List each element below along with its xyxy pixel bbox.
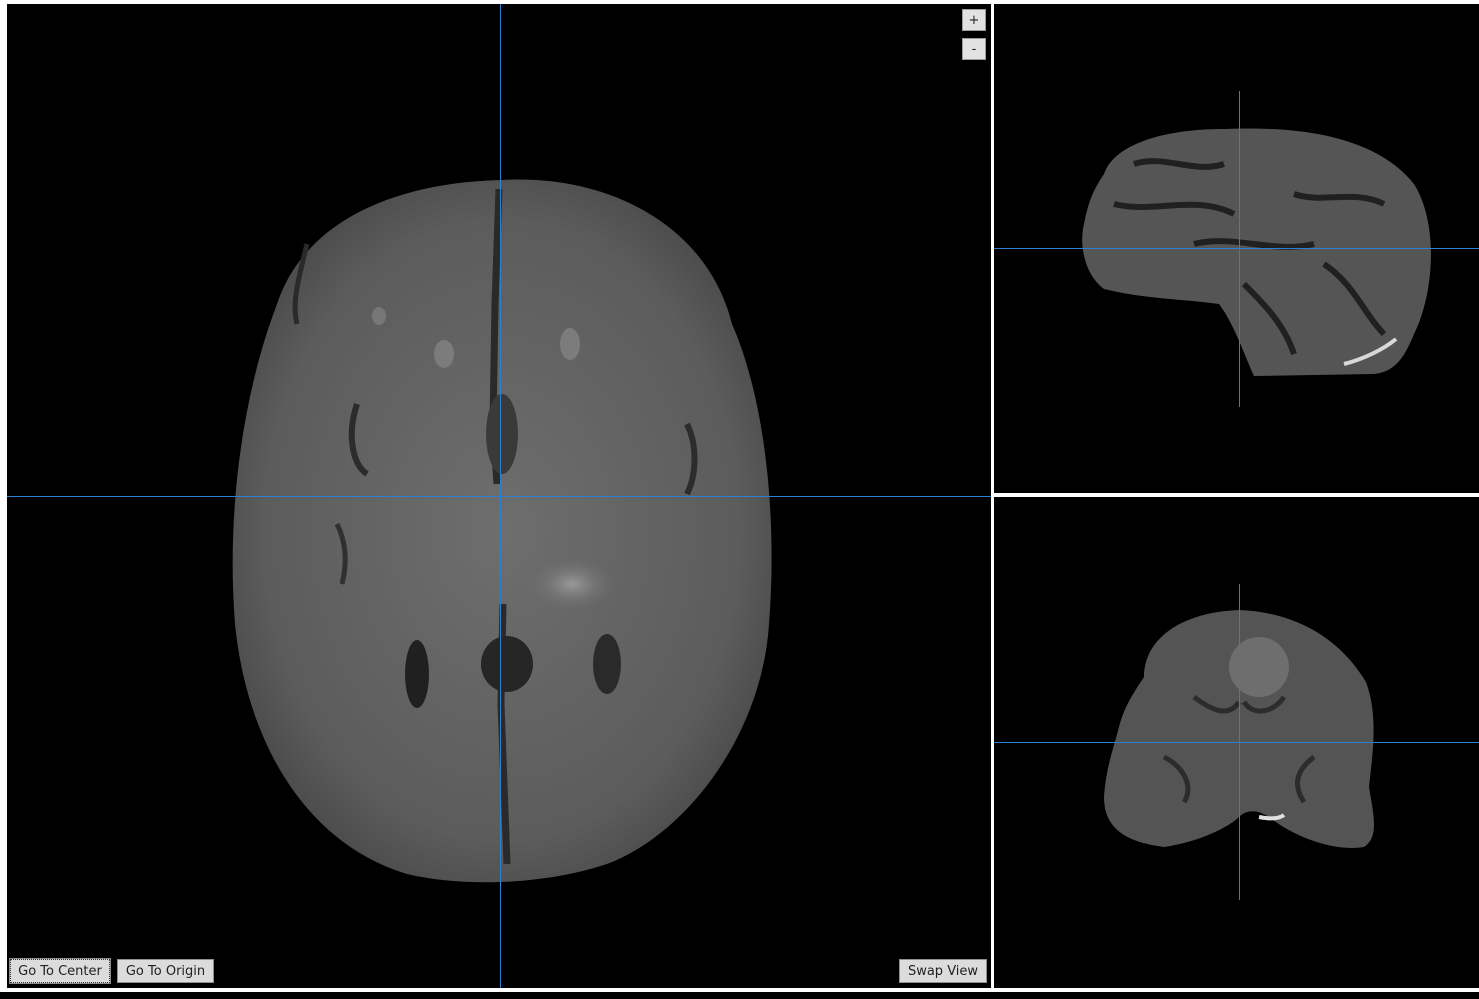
sagittal-crosshair-horizontal [994,248,1479,249]
sagittal-crosshair-vertical [1239,91,1240,407]
bottom-border [0,992,1479,999]
coronal-view-pane[interactable] [994,497,1479,988]
axial-crosshair-vertical [500,4,501,988]
axial-crosshair-horizontal [7,496,991,497]
coronal-crosshair-horizontal [994,742,1479,743]
go-to-center-button[interactable]: Go To Center [9,958,111,984]
go-to-origin-button[interactable]: Go To Origin [117,959,214,983]
axial-view-pane[interactable]: + - Go To Center Go To Origin Swap View [7,4,991,988]
swap-view-button[interactable]: Swap View [899,959,987,983]
mri-viewer: + - Go To Center Go To Origin Swap View [0,0,1479,999]
coronal-crosshair-vertical [1239,584,1240,900]
zoom-in-button[interactable]: + [962,9,986,31]
zoom-out-button[interactable]: - [962,38,986,60]
sagittal-view-pane[interactable] [994,4,1479,493]
